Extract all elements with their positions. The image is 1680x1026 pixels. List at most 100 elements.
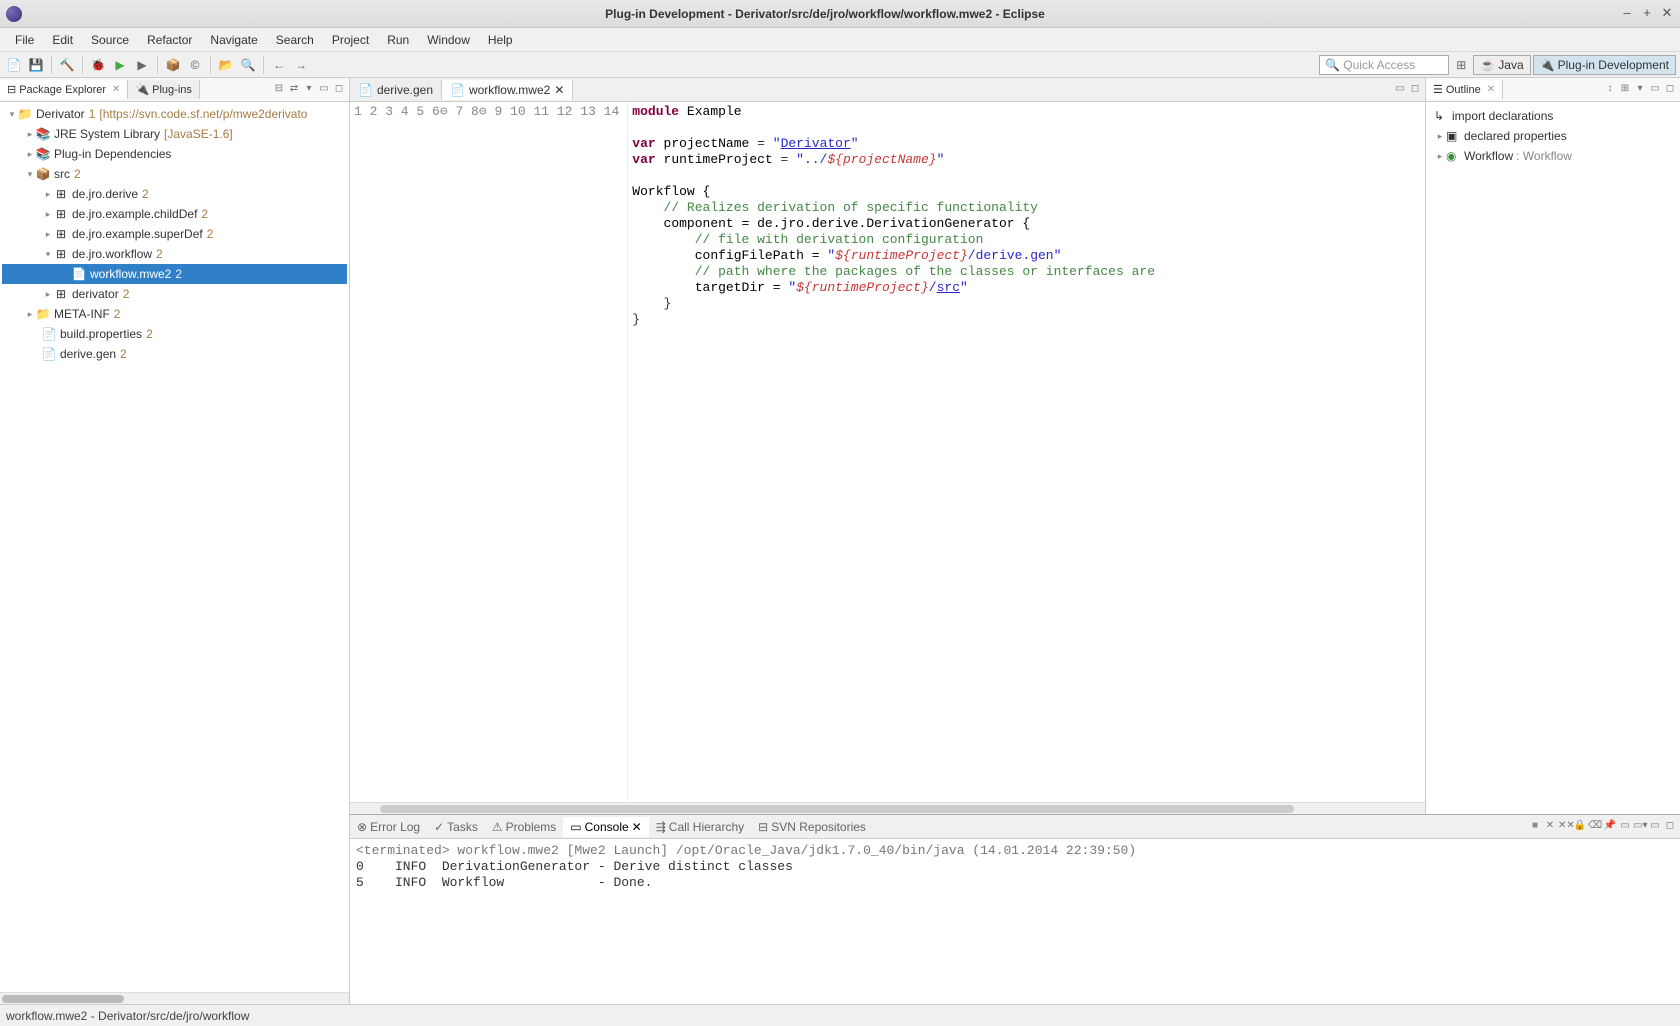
- new-plugin-button[interactable]: 📦: [163, 55, 183, 75]
- tree-package[interactable]: ▾ ⊞ de.jro.workflow 2: [2, 244, 347, 264]
- outline-imports[interactable]: ↳ import declarations: [1430, 106, 1676, 126]
- display-icon[interactable]: ▭: [1618, 820, 1632, 834]
- expander-icon[interactable]: ▾: [42, 249, 54, 260]
- debug-button[interactable]: 🐞: [88, 55, 108, 75]
- menu-window[interactable]: Window: [418, 30, 479, 50]
- tree-src-folder[interactable]: ▾ 📦 src 2: [2, 164, 347, 184]
- quick-access-input[interactable]: 🔍 Quick Access: [1319, 55, 1449, 75]
- scroll-lock-icon[interactable]: 🔒: [1573, 820, 1587, 834]
- menu-help[interactable]: Help: [479, 30, 522, 50]
- collapse-all-icon[interactable]: ⊟: [272, 83, 286, 97]
- close-icon[interactable]: ✕: [1487, 84, 1495, 95]
- horizontal-scrollbar[interactable]: [0, 992, 349, 1004]
- expander-icon[interactable]: ▸: [42, 189, 54, 200]
- expander-icon[interactable]: ▾: [24, 169, 36, 180]
- tree-build-properties[interactable]: 📄 build.properties 2: [2, 324, 347, 344]
- expander-icon[interactable]: ▸: [24, 129, 36, 140]
- expander-icon[interactable]: ▾: [6, 109, 18, 120]
- tree-file-workflow[interactable]: 📄 workflow.mwe2 2: [2, 264, 347, 284]
- menu-project[interactable]: Project: [323, 30, 378, 50]
- menu-file[interactable]: File: [6, 30, 43, 50]
- tab-call-hierarchy[interactable]: ⇶Call Hierarchy: [649, 817, 751, 837]
- tree-package[interactable]: ▸ ⊞ de.jro.example.superDef 2: [2, 224, 347, 244]
- outline-properties[interactable]: ▸ ▣ declared properties: [1430, 126, 1676, 146]
- new-button[interactable]: 📄: [4, 55, 24, 75]
- close-button[interactable]: ✕: [1660, 7, 1674, 21]
- close-icon[interactable]: ✕: [632, 820, 642, 834]
- clear-icon[interactable]: ⌫: [1588, 820, 1602, 834]
- save-button[interactable]: 💾: [26, 55, 46, 75]
- search-button[interactable]: 🔍: [238, 55, 258, 75]
- menu-search[interactable]: Search: [267, 30, 323, 50]
- expander-icon[interactable]: ▸: [42, 229, 54, 240]
- code-area[interactable]: module Example var projectName = "Deriva…: [628, 102, 1425, 802]
- minimize-editor-icon[interactable]: ▭: [1393, 83, 1407, 97]
- perspective-plugin-dev[interactable]: 🔌 Plug-in Development: [1533, 55, 1676, 75]
- expander-icon[interactable]: ▸: [42, 289, 54, 300]
- expander-icon[interactable]: ▸: [1434, 151, 1446, 162]
- tab-plugins[interactable]: 🔌 Plug-ins: [128, 80, 199, 99]
- minimize-button[interactable]: –: [1620, 7, 1634, 21]
- expander-icon[interactable]: ▸: [24, 149, 36, 160]
- outline-workflow[interactable]: ▸ ◉ Workflow : Workflow: [1430, 146, 1676, 166]
- menu-navigate[interactable]: Navigate: [201, 30, 266, 50]
- maximize-view-icon[interactable]: ◻: [1663, 83, 1677, 97]
- remove-icon[interactable]: ✕: [1543, 820, 1557, 834]
- tree-plugin-deps[interactable]: ▸ 📚 Plug-in Dependencies: [2, 144, 347, 164]
- expander-icon[interactable]: ▸: [24, 309, 36, 320]
- maximize-button[interactable]: +: [1640, 7, 1654, 21]
- menu-run[interactable]: Run: [378, 30, 418, 50]
- tab-package-explorer[interactable]: ⊟ Package Explorer ✕: [0, 80, 128, 99]
- back-button[interactable]: ←: [269, 55, 289, 75]
- tree-package[interactable]: ▸ ⊞ de.jro.example.childDef 2: [2, 204, 347, 224]
- tab-outline[interactable]: ☰ Outline ✕: [1426, 80, 1503, 99]
- hammer-icon[interactable]: 🔨: [57, 55, 77, 75]
- view-menu-icon[interactable]: ▾: [302, 83, 316, 97]
- code-editor[interactable]: 1 2 3 4 5 6⊖ 7 8⊖ 9 10 11 12 13 14 modul…: [350, 102, 1425, 802]
- editor-horizontal-scrollbar[interactable]: [350, 802, 1425, 814]
- open-type-button[interactable]: 📂: [216, 55, 236, 75]
- tree-package[interactable]: ▸ ⊞ de.jro.derive 2: [2, 184, 347, 204]
- tree-package[interactable]: ▸ ⊞ derivator 2: [2, 284, 347, 304]
- tab-tasks[interactable]: ✓Tasks: [427, 817, 485, 837]
- minimize-view-icon[interactable]: ▭: [1648, 820, 1662, 834]
- tree-jre[interactable]: ▸ 📚 JRE System Library [JavaSE-1.6]: [2, 124, 347, 144]
- forward-button[interactable]: →: [291, 55, 311, 75]
- menu-edit[interactable]: Edit: [43, 30, 82, 50]
- remove-all-icon[interactable]: ✕✕: [1558, 820, 1572, 834]
- project-tree[interactable]: ▾ 📁 Derivator 1 [https://svn.code.sf.net…: [0, 102, 349, 992]
- menu-refactor[interactable]: Refactor: [138, 30, 201, 50]
- tree-metainf[interactable]: ▸ 📁 META-INF 2: [2, 304, 347, 324]
- sort-icon[interactable]: ↕: [1603, 83, 1617, 97]
- tab-console[interactable]: ▭Console✕: [563, 817, 648, 837]
- open-console-icon[interactable]: ▭▾: [1633, 820, 1647, 834]
- new-class-button[interactable]: ©: [185, 55, 205, 75]
- expander-icon[interactable]: ▸: [42, 209, 54, 220]
- perspective-java[interactable]: ☕ Java: [1473, 55, 1530, 75]
- maximize-view-icon[interactable]: ◻: [332, 83, 346, 97]
- console-output[interactable]: <terminated> workflow.mwe2 [Mwe2 Launch]…: [350, 839, 1680, 1004]
- expander-icon[interactable]: ▸: [1434, 131, 1446, 142]
- maximize-view-icon[interactable]: ◻: [1663, 820, 1677, 834]
- tab-svn[interactable]: ⊟SVN Repositories: [751, 817, 873, 837]
- tree-derive-gen[interactable]: 📄 derive.gen 2: [2, 344, 347, 364]
- editor-tab-derivegen[interactable]: 📄 derive.gen: [350, 80, 442, 100]
- close-icon[interactable]: ✕: [112, 84, 120, 95]
- maximize-editor-icon[interactable]: ◻: [1408, 83, 1422, 97]
- open-perspective-button[interactable]: ⊞: [1451, 55, 1471, 75]
- editor-tab-workflow[interactable]: 📄 workflow.mwe2 ✕: [442, 80, 573, 100]
- close-icon[interactable]: ✕: [554, 83, 564, 97]
- menu-source[interactable]: Source: [82, 30, 138, 50]
- minimize-view-icon[interactable]: ▭: [1648, 83, 1662, 97]
- link-editor-icon[interactable]: ⇄: [287, 83, 301, 97]
- terminate-icon[interactable]: ■: [1528, 820, 1542, 834]
- tree-project[interactable]: ▾ 📁 Derivator 1 [https://svn.code.sf.net…: [2, 104, 347, 124]
- filter-icon[interactable]: ⊞: [1618, 83, 1632, 97]
- tab-problems[interactable]: ⚠Problems: [485, 817, 563, 837]
- view-menu-icon[interactable]: ▾: [1633, 83, 1647, 97]
- run-ext-button[interactable]: ▶: [132, 55, 152, 75]
- run-button[interactable]: ▶: [110, 55, 130, 75]
- pin-icon[interactable]: 📌: [1603, 820, 1617, 834]
- tab-error-log[interactable]: ⊗Error Log: [350, 817, 427, 837]
- minimize-view-icon[interactable]: ▭: [317, 83, 331, 97]
